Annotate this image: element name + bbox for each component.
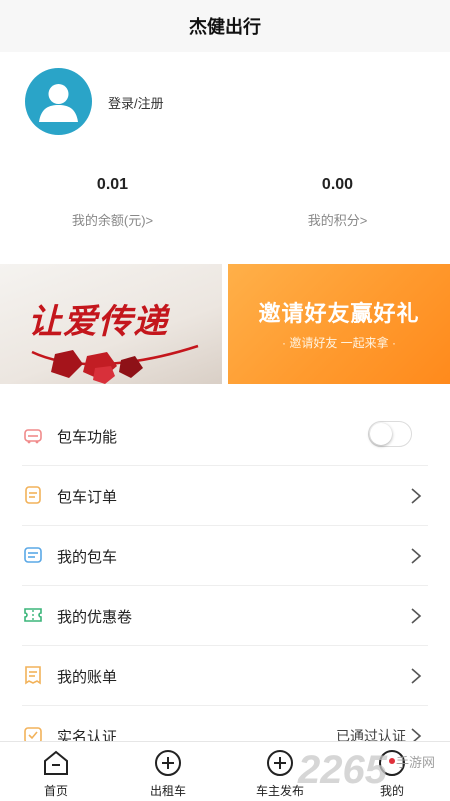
tab-owner-publish[interactable]: 车主发布	[224, 742, 336, 801]
tab-home[interactable]: 首页	[0, 742, 112, 801]
bill-icon	[25, 666, 41, 685]
page-title: 杰健出行	[189, 17, 261, 37]
invite-banner-subtitle: · 邀请好友 一起来拿 ·	[282, 336, 396, 350]
love-banner[interactable]: 让爱传递	[0, 264, 222, 384]
menu-label: 我的包车	[57, 549, 118, 566]
home-icon	[44, 750, 68, 775]
menu-list: 包车功能 包车订单 我的包车 我的优惠卷 我的账单 实名认证 已通过认证	[0, 406, 450, 766]
menu-item-my-charter[interactable]: 我的包车	[22, 526, 428, 586]
account-stats: 0.01 我的余额(元)> 0.00 我的积分>	[0, 170, 450, 240]
chevron-right-icon	[411, 668, 422, 684]
user-silhouette-icon	[39, 84, 78, 122]
balance-stat[interactable]: 0.01 我的余额(元)>	[0, 170, 225, 229]
tab-label: 车主发布	[255, 784, 304, 798]
tab-label: 出租车	[149, 784, 186, 798]
points-stat[interactable]: 0.00 我的积分>	[225, 170, 450, 229]
love-banner-text: 让爱传递	[28, 302, 168, 342]
invite-banner-title: 邀请好友赢好礼	[258, 301, 420, 326]
promo-banners: 让爱传递 邀请好友赢好礼 · 邀请好友 一起来拿 ·	[0, 264, 450, 384]
menu-item-my-coupons[interactable]: 我的优惠卷	[22, 586, 428, 646]
user-icon	[379, 750, 405, 776]
profile-section: 登录/注册	[0, 52, 450, 152]
menu-label: 我的优惠卷	[57, 609, 133, 626]
tab-taxi[interactable]: 出租车	[112, 742, 224, 801]
top-bar: 杰健出行	[0, 0, 450, 52]
login-register-link[interactable]: 登录/注册	[108, 93, 164, 112]
coupon-icon	[24, 608, 42, 622]
menu-item-charter-function[interactable]: 包车功能	[22, 406, 428, 466]
list-icon	[24, 547, 42, 563]
tab-label: 首页	[43, 784, 68, 798]
menu-label: 包车订单	[57, 489, 118, 506]
menu-label: 包车功能	[57, 429, 118, 446]
bottom-tab-bar: 首页 出租车 车主发布 我的	[0, 741, 450, 801]
car-icon	[24, 429, 42, 444]
points-label: 我的积分>	[307, 213, 368, 228]
plus-circle-icon	[155, 750, 181, 776]
menu-item-my-bills[interactable]: 我的账单	[22, 646, 428, 706]
balance-value: 0.01	[96, 176, 129, 193]
gem-decoration-icon	[51, 350, 143, 384]
menu-label: 我的账单	[57, 669, 118, 686]
charter-toggle[interactable]	[368, 421, 412, 447]
menu-item-charter-orders[interactable]: 包车订单	[22, 466, 428, 526]
tab-mine[interactable]: 我的	[336, 742, 448, 801]
chevron-right-icon	[411, 488, 422, 504]
balance-label: 我的余额(元)>	[71, 213, 154, 228]
plus-circle-icon	[267, 750, 293, 776]
points-value: 0.00	[321, 176, 354, 193]
chevron-right-icon	[411, 548, 422, 564]
invite-banner[interactable]: 邀请好友赢好礼 · 邀请好友 一起来拿 ·	[228, 264, 450, 384]
toggle-knob	[370, 423, 392, 445]
order-icon	[25, 486, 41, 504]
avatar[interactable]	[25, 68, 92, 135]
chevron-right-icon	[411, 608, 422, 624]
tab-label: 我的	[379, 784, 404, 798]
